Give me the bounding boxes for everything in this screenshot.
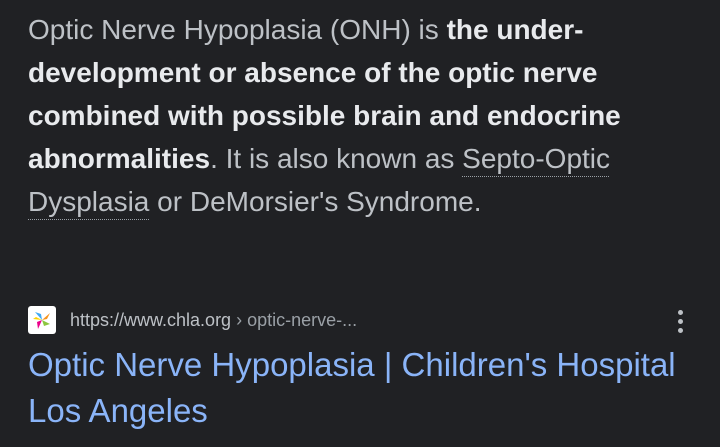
- more-dot: [677, 318, 683, 324]
- result-url-path: › optic-nerve-...: [231, 309, 358, 330]
- more-vert-icon[interactable]: [668, 306, 692, 336]
- snippet-lead: Optic Nerve Hypoplasia (ONH) is: [28, 14, 447, 45]
- more-dot: [677, 309, 683, 315]
- featured-snippet-text: Optic Nerve Hypoplasia (ONH) is the unde…: [28, 8, 688, 223]
- snippet-mid: . It is also known as: [210, 143, 463, 174]
- result-url-domain: https://www.chla.org: [70, 309, 232, 330]
- chla-flower-icon: [28, 306, 56, 334]
- more-dot: [677, 327, 683, 333]
- result-url[interactable]: https://www.chla.org › optic-nerve-...: [70, 310, 357, 331]
- result-title-link[interactable]: Optic Nerve Hypoplasia | Children's Hosp…: [28, 342, 688, 434]
- result-source: https://www.chla.org › optic-nerve-...: [28, 304, 692, 336]
- snippet-tail: or DeMorsier's Syndrome.: [149, 186, 482, 217]
